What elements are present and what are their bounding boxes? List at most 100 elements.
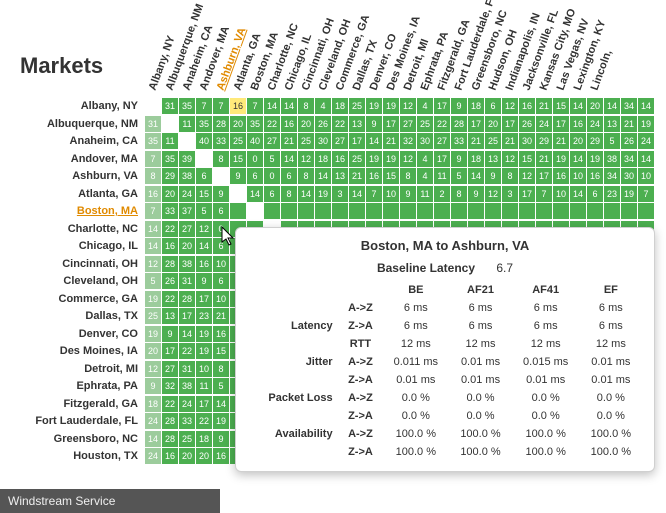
matrix-cell[interactable]: 19 [587,151,603,167]
matrix-cell[interactable]: 19 [383,151,399,167]
matrix-cell[interactable] [587,203,603,219]
matrix-cell[interactable]: 11 [434,168,450,184]
matrix-cell[interactable]: 19 [366,151,382,167]
matrix-cell[interactable] [264,203,280,219]
matrix-cell[interactable] [315,203,331,219]
matrix-cell[interactable]: 9 [145,378,161,394]
matrix-cell[interactable]: 14 [145,238,161,254]
matrix-cell[interactable]: 40 [196,133,212,149]
matrix-cell[interactable]: 16 [196,256,212,272]
row-label[interactable]: Anaheim, CA [0,133,145,151]
matrix-cell[interactable]: 16 [366,168,382,184]
matrix-cell[interactable]: 29 [536,133,552,149]
matrix-cell[interactable]: 21 [553,133,569,149]
row-label[interactable]: Denver, CO [0,326,145,344]
matrix-cell[interactable]: 18 [332,98,348,114]
matrix-cell[interactable]: 14 [315,168,331,184]
matrix-cell[interactable]: 28 [451,116,467,132]
matrix-cell[interactable]: 9 [451,151,467,167]
row-label[interactable]: Fort Lauderdale, FL [0,413,145,431]
matrix-cell[interactable]: 7 [536,186,552,202]
matrix-cell[interactable]: 18 [196,431,212,447]
matrix-cell[interactable]: 32 [162,378,178,394]
matrix-cell[interactable]: 29 [162,168,178,184]
matrix-cell[interactable]: 27 [434,133,450,149]
row-label[interactable]: Albany, NY [0,98,145,116]
matrix-cell[interactable]: 9 [451,98,467,114]
matrix-cell[interactable]: 19 [638,116,654,132]
matrix-cell[interactable]: 5 [451,168,467,184]
matrix-cell[interactable]: 21 [213,308,229,324]
row-label[interactable]: Charlotte, NC [0,221,145,239]
matrix-cell[interactable]: 14 [179,326,195,342]
matrix-cell[interactable]: 5 [196,203,212,219]
matrix-cell[interactable]: 10 [213,256,229,272]
row-label[interactable]: Detroit, MI [0,361,145,379]
matrix-cell[interactable]: 35 [196,116,212,132]
row-label[interactable]: Cincinnati, OH [0,256,145,274]
matrix-cell[interactable]: 14 [213,396,229,412]
row-label[interactable]: Cleveland, OH [0,273,145,291]
matrix-cell[interactable]: 12 [145,256,161,272]
matrix-cell[interactable]: 11 [417,186,433,202]
matrix-cell[interactable]: 7 [196,98,212,114]
matrix-cell[interactable]: 17 [553,116,569,132]
matrix-cell[interactable]: 17 [179,308,195,324]
matrix-cell[interactable]: 31 [162,98,178,114]
matrix-cell[interactable]: 35 [145,133,161,149]
matrix-cell[interactable]: 4 [417,168,433,184]
matrix-cell[interactable] [349,203,365,219]
matrix-cell[interactable]: 22 [264,116,280,132]
matrix-cell[interactable]: 31 [179,273,195,289]
matrix-cell[interactable]: 38 [179,378,195,394]
matrix-cell[interactable]: 23 [196,308,212,324]
row-label[interactable]: Chicago, IL [0,238,145,256]
matrix-cell[interactable]: 26 [621,133,637,149]
matrix-cell[interactable]: 35 [247,116,263,132]
matrix-cell[interactable]: 27 [162,361,178,377]
matrix-cell[interactable]: 8 [298,168,314,184]
matrix-cell[interactable]: 10 [383,186,399,202]
matrix-cell[interactable]: 37 [179,203,195,219]
matrix-cell[interactable]: 16 [570,116,586,132]
matrix-cell[interactable]: 6 [264,186,280,202]
matrix-cell[interactable]: 28 [162,413,178,429]
matrix-cell[interactable]: 14 [298,186,314,202]
matrix-cell[interactable]: 6 [281,168,297,184]
matrix-cell[interactable]: 28 [162,256,178,272]
matrix-cell[interactable] [230,203,246,219]
matrix-cell[interactable]: 9 [213,431,229,447]
matrix-cell[interactable]: 8 [213,361,229,377]
row-label[interactable]: Commerce, GA [0,291,145,309]
matrix-cell[interactable]: 14 [145,221,161,237]
matrix-cell[interactable]: 16 [519,98,535,114]
matrix-cell[interactable]: 23 [604,186,620,202]
matrix-cell[interactable]: 19 [315,186,331,202]
matrix-cell[interactable]: 28 [213,116,229,132]
matrix-cell[interactable]: 16 [587,168,603,184]
matrix-cell[interactable]: 7 [145,203,161,219]
matrix-cell[interactable]: 34 [621,98,637,114]
matrix-cell[interactable] [638,203,654,219]
matrix-cell[interactable]: 26 [519,116,535,132]
matrix-cell[interactable]: 18 [145,396,161,412]
matrix-cell[interactable]: 27 [264,133,280,149]
matrix-cell[interactable]: 16 [213,326,229,342]
matrix-cell[interactable]: 13 [332,168,348,184]
matrix-cell[interactable]: 21 [281,133,297,149]
matrix-cell[interactable] [519,203,535,219]
matrix-cell[interactable]: 22 [434,116,450,132]
matrix-cell[interactable]: 18 [468,151,484,167]
matrix-cell[interactable]: 14 [264,98,280,114]
matrix-cell[interactable]: 13 [485,151,501,167]
matrix-cell[interactable]: 10 [213,291,229,307]
matrix-cell[interactable] [468,203,484,219]
matrix-cell[interactable]: 6 [587,186,603,202]
matrix-cell[interactable]: 19 [145,326,161,342]
matrix-cell[interactable]: 14 [570,151,586,167]
row-label[interactable]: Boston, MA [0,203,145,221]
matrix-cell[interactable] [485,203,501,219]
matrix-cell[interactable]: 7 [247,98,263,114]
matrix-cell[interactable]: 19 [383,98,399,114]
matrix-cell[interactable]: 12 [298,151,314,167]
